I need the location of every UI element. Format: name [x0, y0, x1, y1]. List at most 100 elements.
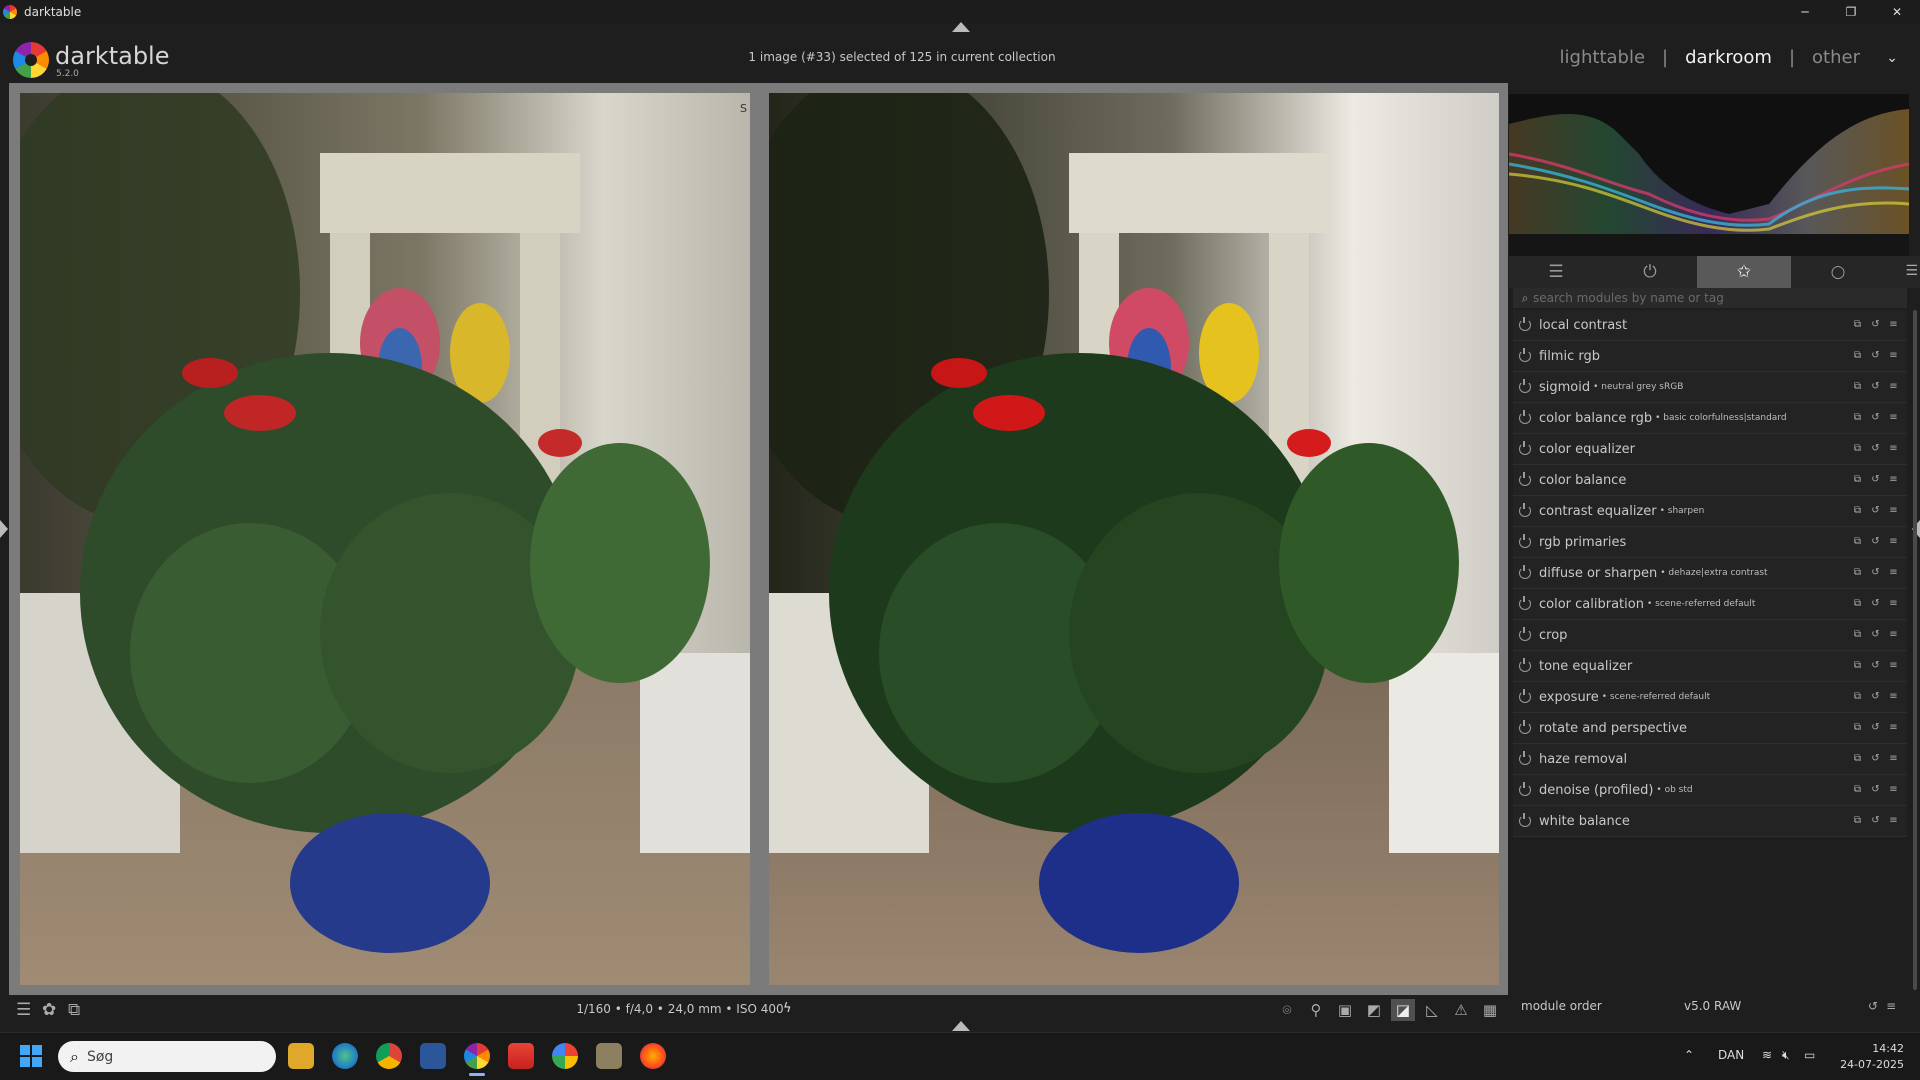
presets-icon[interactable]: ≡ [1888, 691, 1899, 702]
module-rgb-primaries[interactable]: rgb primaries ⧉ ↺ ≡ [1513, 527, 1907, 558]
menu-icon[interactable]: ☰ [16, 1000, 31, 1020]
language-indicator[interactable]: DAN [1718, 1048, 1744, 1062]
styles-icon[interactable]: ✿ [42, 1000, 56, 1020]
reset-icon[interactable]: ↺ [1870, 722, 1881, 733]
presets-icon[interactable]: ≡ [1888, 629, 1899, 640]
photo-after[interactable] [769, 93, 1499, 985]
view-lighttable[interactable]: lighttable [1560, 47, 1645, 68]
module-filmic-rgb[interactable]: filmic rgb ⧉ ↺ ≡ [1513, 341, 1907, 372]
reset-icon[interactable]: ↺ [1870, 784, 1881, 795]
module-crop[interactable]: crop ⧉ ↺ ≡ [1513, 620, 1907, 651]
view-other[interactable]: other [1812, 47, 1860, 68]
presets-icon[interactable]: ≡ [1888, 536, 1899, 547]
multi-instance-icon[interactable]: ⧉ [1852, 474, 1863, 485]
reset-icon[interactable]: ↺ [1870, 598, 1881, 609]
multi-instance-icon[interactable]: ⧉ [1852, 319, 1863, 330]
firefox-icon[interactable] [640, 1043, 666, 1069]
sliders-icon[interactable]: ☰ [1509, 256, 1603, 288]
presets-menu-icon[interactable]: ☰ [1905, 263, 1918, 279]
module-color-calibration[interactable]: color calibration • scene-referred defaul… [1513, 589, 1907, 620]
presets-icon[interactable]: ≡ [1888, 505, 1899, 516]
power-icon[interactable] [1519, 596, 1531, 610]
power-icon[interactable] [1519, 658, 1531, 672]
reset-icon[interactable]: ↺ [1870, 691, 1881, 702]
power-icon[interactable] [1519, 472, 1531, 486]
second-window-icon[interactable]: ⧉ [68, 1000, 80, 1020]
close-button[interactable]: ✕ [1874, 0, 1920, 23]
histogram-waveform[interactable] [1509, 94, 1909, 256]
multi-instance-icon[interactable]: ⧉ [1852, 598, 1863, 609]
multi-instance-icon[interactable]: ⧉ [1852, 784, 1863, 795]
multi-instance-icon[interactable]: ⧉ [1852, 536, 1863, 547]
power-icon[interactable] [1519, 813, 1531, 827]
power-icon[interactable] [1519, 782, 1531, 796]
speaker-muted-icon[interactable]: 🔇︎ [1782, 1048, 1790, 1063]
presets-icon[interactable]: ≡ [1886, 999, 1904, 1013]
view-darkroom[interactable]: darkroom [1685, 47, 1772, 68]
multi-instance-icon[interactable]: ⧉ [1852, 505, 1863, 516]
power-icon[interactable] [1519, 317, 1531, 331]
taskbar-search-input[interactable]: ⌕ Søg [58, 1041, 276, 1072]
presets-icon[interactable]: ≡ [1888, 350, 1899, 361]
chrome-icon[interactable] [376, 1043, 402, 1069]
google-photos-icon[interactable] [552, 1043, 578, 1069]
reset-icon[interactable]: ↺ [1870, 536, 1881, 547]
chevron-up-icon[interactable]: ⌃ [1684, 1048, 1694, 1062]
reset-icon[interactable]: ↺ [1870, 505, 1881, 516]
collapse-bottom-panel-arrow-icon[interactable] [952, 1021, 970, 1031]
focus-peaking-icon[interactable]: ⌾ [1275, 999, 1299, 1021]
battery-icon[interactable]: ▭ [1804, 1048, 1815, 1062]
reset-icon[interactable]: ↺ [1870, 629, 1881, 640]
reset-icon[interactable]: ↺ [1870, 319, 1881, 330]
power-icon[interactable]: ⏻ [1603, 256, 1697, 288]
reset-icon[interactable]: ↺ [1870, 567, 1881, 578]
module-local-contrast[interactable]: local contrast ⧉ ↺ ≡ [1513, 310, 1907, 341]
gimp-icon[interactable] [596, 1043, 622, 1069]
module-diffuse-or-sharpen[interactable]: diffuse or sharpen • dehaze|extra contras… [1513, 558, 1907, 589]
power-icon[interactable] [1519, 627, 1531, 641]
reset-icon[interactable]: ↺ [1868, 999, 1886, 1013]
multi-instance-icon[interactable]: ⧉ [1852, 443, 1863, 454]
photo-before[interactable] [20, 93, 750, 985]
guides-icon[interactable]: ▦ [1478, 999, 1502, 1021]
module-white-balance[interactable]: white balance ⧉ ↺ ≡ [1513, 806, 1907, 837]
collapse-top-panel-arrow-icon[interactable] [952, 22, 970, 32]
right-panel-scrollbar[interactable] [1913, 310, 1917, 990]
edge-icon[interactable] [332, 1043, 358, 1069]
presets-icon[interactable]: ≡ [1888, 381, 1899, 392]
reset-icon[interactable]: ↺ [1870, 660, 1881, 671]
module-color-balance[interactable]: color balance ⧉ ↺ ≡ [1513, 465, 1907, 496]
presets-icon[interactable]: ≡ [1888, 753, 1899, 764]
file-explorer-icon[interactable] [288, 1043, 314, 1069]
presets-icon[interactable]: ≡ [1888, 412, 1899, 423]
multi-instance-icon[interactable]: ⧉ [1852, 660, 1863, 671]
module-sigmoid[interactable]: sigmoid • neutral grey sRGB ⧉ ↺ ≡ [1513, 372, 1907, 403]
presets-icon[interactable]: ≡ [1888, 443, 1899, 454]
power-icon[interactable] [1519, 751, 1531, 765]
color-assessment-icon[interactable]: ⚲ [1304, 999, 1328, 1021]
power-icon[interactable] [1519, 348, 1531, 362]
image-viewport[interactable] [9, 83, 1508, 995]
multi-instance-icon[interactable]: ⧉ [1852, 815, 1863, 826]
reset-icon[interactable]: ↺ [1870, 350, 1881, 361]
word-icon[interactable] [420, 1043, 446, 1069]
multi-instance-icon[interactable]: ⧉ [1852, 722, 1863, 733]
multi-instance-icon[interactable]: ⧉ [1852, 753, 1863, 764]
minimize-button[interactable]: ─ [1782, 0, 1828, 23]
gmail-icon[interactable] [508, 1043, 534, 1069]
wifi-icon[interactable]: ≋ [1762, 1048, 1772, 1062]
gamut-check-icon[interactable]: ⚠ [1449, 999, 1473, 1021]
module-order-value[interactable]: v5.0 RAW [1684, 999, 1741, 1013]
multi-instance-icon[interactable]: ⧉ [1852, 567, 1863, 578]
multi-instance-icon[interactable]: ⧉ [1852, 691, 1863, 702]
module-denoise-profiled[interactable]: denoise (profiled) • ob std ⧉ ↺ ≡ [1513, 775, 1907, 806]
module-search-input[interactable]: ⌕ search modules by name or tag [1513, 288, 1907, 308]
power-icon[interactable] [1519, 503, 1531, 517]
multi-instance-icon[interactable]: ⧉ [1852, 629, 1863, 640]
raw-overexposed-icon[interactable]: ▣ [1333, 999, 1357, 1021]
taskbar-clock[interactable]: 14:42 24-07-2025 [1838, 1041, 1904, 1073]
presets-icon[interactable]: ≡ [1888, 598, 1899, 609]
reset-icon[interactable]: ↺ [1870, 443, 1881, 454]
presets-icon[interactable]: ≡ [1888, 567, 1899, 578]
presets-icon[interactable]: ≡ [1888, 319, 1899, 330]
